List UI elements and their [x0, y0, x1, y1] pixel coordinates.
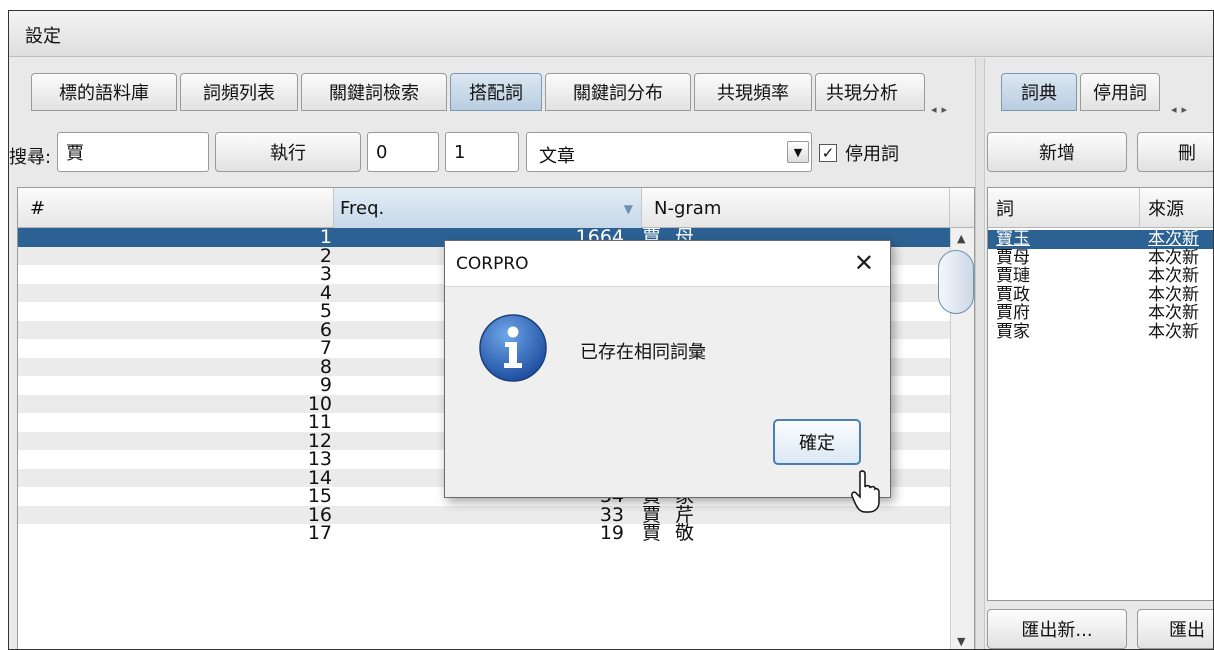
dictionary-row-source: 本次新: [1148, 229, 1199, 249]
tab-scroll-left-icon[interactable]: ◂: [931, 103, 942, 116]
row-index: 7: [319, 337, 332, 359]
stopword-checkbox[interactable]: ✓ 停用詞: [819, 140, 899, 166]
scroll-up-icon[interactable]: ▲: [957, 232, 965, 245]
info-dialog: CORPRO ✕ 已存在相同詞彙 確定: [444, 240, 891, 498]
dictionary-row[interactable]: 賈家 本次新: [988, 321, 1213, 342]
tab-co-occurrence-analysis[interactable]: 共現分析: [815, 73, 925, 111]
tab-stopwords[interactable]: 停用詞: [1080, 73, 1160, 111]
row-index: 9: [319, 374, 332, 396]
row-index: 11: [307, 411, 332, 433]
dialog-title: CORPRO: [456, 254, 529, 274]
tab-dictionary[interactable]: 詞典: [1001, 73, 1077, 111]
row-frequency: 19: [599, 522, 624, 544]
close-icon[interactable]: ✕: [854, 249, 874, 277]
dialog-message: 已存在相同詞彙: [580, 342, 706, 363]
dialog-titlebar[interactable]: CORPRO ✕: [445, 241, 890, 287]
table-row[interactable]: 17 19 賈 敬: [18, 524, 950, 543]
dictionary-row[interactable]: 賈母 本次新: [988, 247, 1213, 268]
delete-button[interactable]: 刪: [1137, 132, 1213, 172]
tab-word-frequency[interactable]: 詞頻列表: [180, 73, 298, 111]
dictionary-row-source: 本次新: [1148, 303, 1199, 323]
add-button[interactable]: 新增: [987, 132, 1127, 172]
menu-settings[interactable]: 設定: [25, 22, 61, 48]
vertical-scrollbar[interactable]: ▲ ▼: [938, 228, 974, 649]
dictionary-table: 詞 來源 寶玉 本次新 賈母 本次新 賈璉 本次新 賈政 本次新 賈府 本次新 賈家 本次新: [987, 187, 1213, 601]
table-header: # Freq. ▼ N-gram: [18, 188, 974, 228]
row-ngram: 賈 芹: [642, 503, 699, 526]
tab-scroll-right-icon[interactable]: ▸: [942, 103, 953, 116]
row-index: 15: [307, 485, 332, 507]
unit-select-value: 文章: [539, 146, 575, 167]
dictionary-row-word: 賈母: [996, 247, 1030, 268]
tab-keyword-distribution[interactable]: 關鍵詞分布: [545, 73, 691, 111]
row-index: 14: [307, 466, 332, 489]
info-icon: [479, 314, 547, 382]
ok-button[interactable]: 確定: [773, 419, 861, 465]
tab-co-occurrence-frequency[interactable]: 共現頻率: [694, 73, 812, 111]
dictionary-row-source: 本次新: [1148, 266, 1199, 286]
column-header-source[interactable]: 來源: [1140, 188, 1213, 228]
column-header-frequency[interactable]: Freq. ▼: [334, 188, 642, 228]
dictionary-row-word: 賈璉: [996, 266, 1030, 286]
column-header-frequency-label: Freq.: [340, 197, 385, 219]
column-header-word[interactable]: 詞: [988, 188, 1140, 228]
row-ngram: 賈 敬: [642, 522, 699, 544]
scroll-down-icon[interactable]: ▼: [957, 635, 965, 648]
dictionary-row-word: 賈府: [996, 303, 1030, 323]
row-index: 2: [319, 244, 332, 267]
dictionary-row-word: 寶玉: [996, 229, 1030, 249]
column-header-index[interactable]: #: [18, 188, 334, 228]
menu-bar: 設定: [9, 11, 1213, 57]
row-index: 1: [319, 226, 332, 248]
right-tab-scroll-right-icon[interactable]: ▸: [1182, 103, 1193, 116]
sort-descending-icon: ▼: [623, 202, 633, 216]
tab-target-corpus[interactable]: 標的語料庫: [31, 73, 177, 111]
checkbox-checked-icon[interactable]: ✓: [819, 144, 837, 162]
unit-select[interactable]: 文章 ▼: [526, 132, 812, 172]
column-header-ngram[interactable]: N-gram: [642, 188, 950, 228]
chevron-down-icon[interactable]: ▼: [787, 141, 809, 163]
split-pane-divider[interactable]: [975, 58, 985, 649]
export-button[interactable]: 匯出: [1137, 609, 1213, 649]
left-span-input[interactable]: 0: [367, 132, 439, 172]
stopword-checkbox-label: 停用詞: [845, 144, 899, 165]
right-tab-scroll-arrows[interactable]: ◂▸: [1171, 103, 1192, 116]
dictionary-row-source: 本次新: [1148, 284, 1199, 305]
row-index: 17: [307, 522, 332, 544]
dictionary-row-word: 賈政: [996, 284, 1030, 305]
row-index: 10: [307, 392, 332, 415]
dictionary-row-source: 本次新: [1148, 321, 1199, 342]
row-index: 8: [319, 355, 332, 378]
tab-keyword-search[interactable]: 關鍵詞檢索: [301, 73, 447, 111]
row-index: 4: [319, 281, 332, 304]
scrollbar-thumb[interactable]: [938, 250, 974, 314]
dictionary-row[interactable]: 寶玉 本次新: [988, 229, 1213, 249]
tab-collocation[interactable]: 搭配詞: [450, 73, 542, 111]
row-index: 6: [319, 318, 332, 341]
dictionary-table-header: 詞 來源: [988, 188, 1213, 228]
dictionary-row-word: 賈家: [996, 321, 1030, 342]
row-index: 16: [307, 503, 332, 526]
mouse-cursor-icon: [851, 470, 880, 513]
right-span-input[interactable]: 1: [445, 132, 519, 172]
export-new-button[interactable]: 匯出新...: [987, 609, 1127, 649]
dictionary-row[interactable]: 賈璉 本次新: [988, 266, 1213, 286]
table-row[interactable]: 16 33 賈 芹: [18, 503, 950, 526]
row-frequency: 33: [599, 503, 624, 526]
dictionary-row[interactable]: 賈府 本次新: [988, 303, 1213, 323]
dictionary-row-source: 本次新: [1148, 247, 1199, 268]
right-tab-scroll-left-icon[interactable]: ◂: [1171, 103, 1182, 116]
row-index: 5: [319, 300, 332, 322]
row-index: 13: [307, 448, 332, 470]
search-label: 搜尋:: [9, 147, 52, 168]
dictionary-table-body: 寶玉 本次新 賈母 本次新 賈璉 本次新 賈政 本次新 賈府 本次新 賈家 本次新: [988, 229, 1213, 342]
search-input[interactable]: 賈: [57, 132, 209, 172]
run-button[interactable]: 執行: [215, 132, 361, 172]
tab-scroll-arrows[interactable]: ◂▸: [931, 103, 952, 116]
dictionary-row[interactable]: 賈政 本次新: [988, 284, 1213, 305]
row-index: 12: [307, 429, 332, 452]
row-index: 3: [319, 263, 332, 285]
